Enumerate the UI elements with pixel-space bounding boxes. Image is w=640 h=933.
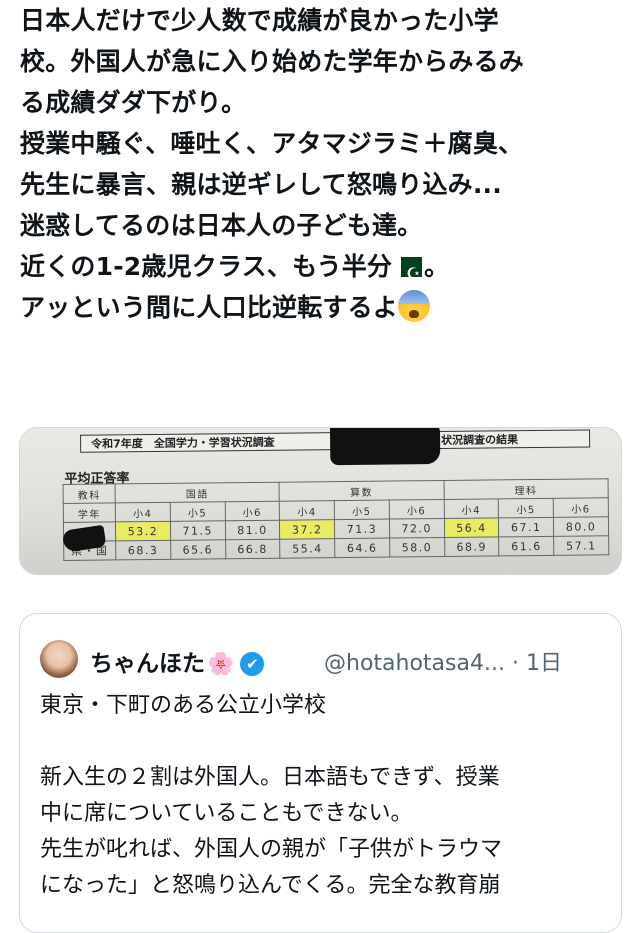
- pakistan-flag-icon: [394, 253, 423, 294]
- post-line-with-flag: 近くの1-2歳児クラス、もう半分 。: [20, 246, 620, 294]
- quote-line-blank: [40, 724, 610, 760]
- table-header: 理科: [443, 478, 609, 500]
- table-cell: 61.6: [498, 536, 554, 556]
- table-cell: 67.1: [498, 517, 554, 537]
- anxious-face-icon: [398, 290, 431, 322]
- post-line: 校。外国人が急に入り始めた学年からみるみ: [20, 47, 525, 76]
- table-header: 小5: [170, 501, 225, 522]
- photo-document: 令和7年度 全国学力・学習状況調査 状況調査の結果 平均正答率 教科 国語 算数…: [60, 428, 611, 572]
- table-cell: 56.4: [444, 517, 499, 538]
- author-name-text: ちゃんほた: [90, 651, 205, 677]
- post-line-end: 。: [424, 252, 450, 281]
- table-cell: 68.9: [444, 536, 500, 557]
- quoted-handle-and-time: @hotahotasa4... · 1日: [324, 645, 562, 677]
- cherry-blossom-icon: 🌸: [207, 652, 235, 677]
- table-cell: 55.4: [279, 538, 335, 559]
- quoted-post[interactable]: ちゃんほた🌸 ✔ @hotahotasa4... · 1日 東京・下町のある公立小…: [19, 613, 622, 933]
- verified-badge-icon: ✔: [240, 652, 265, 676]
- table-header: 小6: [553, 497, 609, 518]
- table-header: 小4: [115, 502, 171, 522]
- quote-line: 中に席についていることもできない。: [40, 801, 413, 826]
- table-cell: 81.0: [224, 520, 280, 540]
- author-handle[interactable]: @hotahotasa4...: [324, 651, 505, 676]
- post-time[interactable]: 1日: [526, 651, 562, 676]
- quoted-author-name[interactable]: ちゃんほた🌸 ✔: [90, 644, 265, 678]
- table-header: 小6: [224, 501, 280, 521]
- quote-line: 先生が叱れば、外国人の親が「子供がトラウマ: [40, 837, 503, 862]
- quote-line: 新入生の２割は外国人。日本語もできず、授業: [40, 765, 500, 790]
- quote-line: 東京・下町のある公立小学校: [40, 693, 327, 718]
- table-cell: 71.3: [334, 519, 390, 539]
- post-line-with-emoji: アッという間に人口比逆転するよ: [20, 287, 620, 328]
- separator-dot: ·: [511, 651, 519, 676]
- table-header: 国語: [115, 482, 280, 503]
- table-header: 算数: [279, 480, 444, 502]
- redaction-mark: [329, 428, 441, 466]
- table-cell: 80.0: [553, 516, 609, 537]
- post-line: 迷惑してるのは日本人の子ども達。: [20, 211, 423, 240]
- table-header: 小4: [443, 498, 499, 519]
- table-cell: 57.1: [553, 535, 609, 556]
- doc-title-left: 令和7年度 全国学力・学習状況調査: [91, 435, 275, 451]
- avatar[interactable]: [40, 640, 78, 678]
- quote-line: になった」と怒鳴り込んでくる。完全な教育崩: [40, 873, 501, 898]
- table-header: 小4: [279, 500, 335, 521]
- post-text: 日本人だけで少人数で成績が良かった小学 校。外国人が急に入り始めた学年からみるみ…: [20, 0, 620, 328]
- table-cell: 64.6: [334, 538, 390, 558]
- table-cell: 71.5: [170, 520, 226, 541]
- table-cell: 学年: [63, 502, 116, 523]
- table-header: 小5: [498, 498, 554, 518]
- post-line: 日本人だけで少人数で成績が良かった小学: [20, 6, 499, 35]
- score-table: 教科 国語 算数 理科 学年 小4 小5 小6 小4 小5 小6 小4 小5 小…: [63, 478, 610, 561]
- table-cell: 68.3: [115, 540, 171, 560]
- post-line-text: アッという間に人口比逆転するよ: [20, 293, 399, 322]
- post-line: 授業中騒ぐ、唾吐く、アタマジラミ＋腐臭、: [20, 129, 524, 158]
- table-header: 小6: [389, 499, 445, 520]
- table-header: 小5: [334, 500, 390, 520]
- table-cell: 53.2: [115, 521, 171, 541]
- quoted-post-text: 東京・下町のある公立小学校 新入生の２割は外国人。日本語もできず、授業 中に席に…: [40, 688, 610, 904]
- table-cell: 65.6: [170, 539, 226, 560]
- table-cell: 37.2: [279, 519, 335, 540]
- table-cell: 教科: [63, 483, 116, 504]
- attached-photo[interactable]: 令和7年度 全国学力・学習状況調査 状況調査の結果 平均正答率 教科 国語 算数…: [19, 427, 622, 575]
- table-cell: 72.0: [389, 518, 445, 539]
- post-line: る成績ダダ下がり。: [20, 88, 247, 117]
- post-line: 先生に暴言、親は逆ギレして怒鳴り込み...: [20, 170, 502, 199]
- table-cell: 66.8: [225, 539, 281, 559]
- post-line-text: 近くの1-2歳児クラス、もう半分: [20, 252, 393, 281]
- table-cell: 58.0: [389, 537, 445, 558]
- doc-title-right: 状況調査の結果: [441, 433, 519, 448]
